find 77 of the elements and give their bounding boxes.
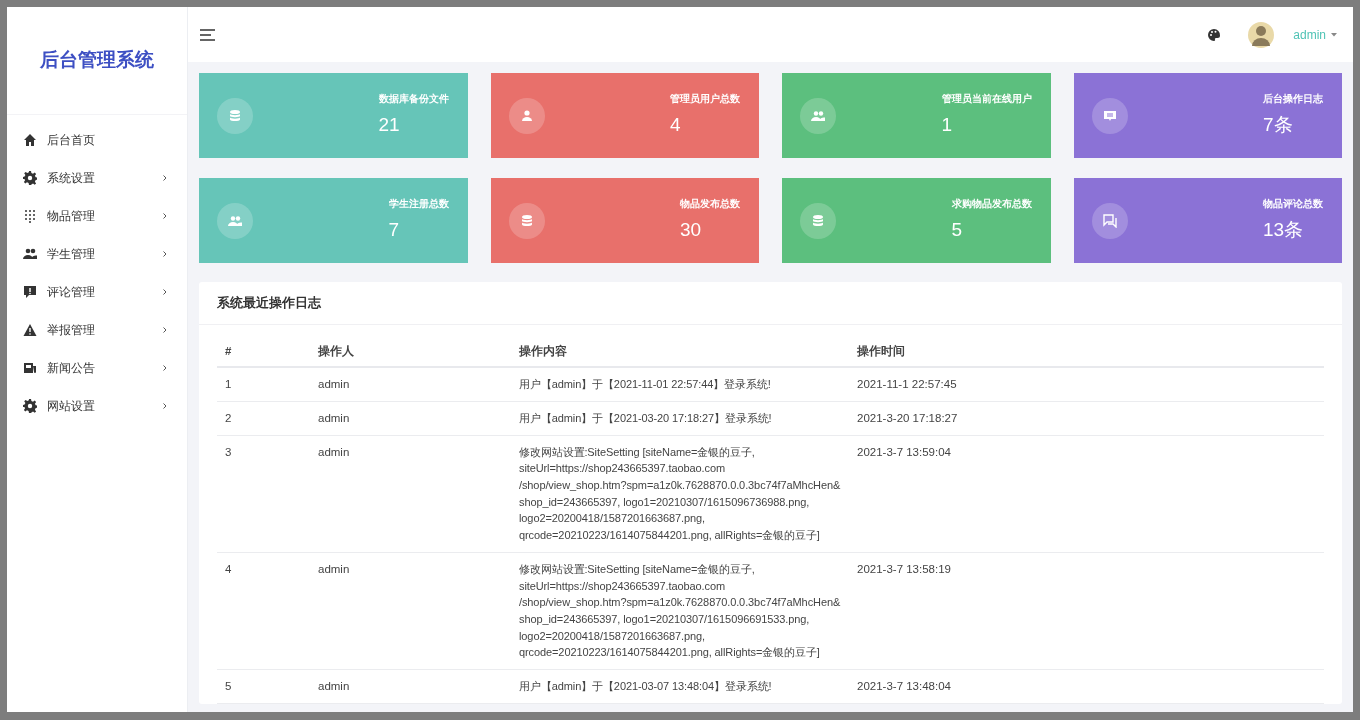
- user-icon: [508, 97, 545, 134]
- stat-value: 7条: [1263, 113, 1293, 138]
- chevron-icon: [163, 327, 167, 333]
- grid-icon: [23, 209, 37, 223]
- chevron-icon: [163, 403, 167, 409]
- database-icon: [800, 202, 836, 239]
- menu-icon[interactable]: [200, 28, 216, 41]
- stat-value: 13条: [1263, 218, 1304, 243]
- database-icon: [508, 202, 545, 239]
- users-icon: [800, 97, 836, 134]
- stat-label: 管理员当前在线用户: [941, 92, 1032, 107]
- table-cell: 2021-3-20 17:18:27: [849, 401, 1324, 436]
- stat-value: 4: [670, 113, 681, 138]
- chevron-icon: [163, 365, 167, 371]
- sidebar-item[interactable]: 学生管理: [7, 235, 187, 273]
- palette-icon[interactable]: [1207, 27, 1222, 42]
- message-icon: [1091, 97, 1128, 134]
- table-cell: admin: [310, 435, 511, 553]
- stat-value: 30: [680, 218, 702, 243]
- table-cell: admin: [310, 552, 511, 670]
- sidebar-item[interactable]: 网站设置: [7, 387, 187, 425]
- table-cell: 用户【admin】于【2021-03-20 17:18:27】登录系统!: [511, 401, 849, 436]
- caret-icon: [1331, 32, 1337, 37]
- stat-label: 学生注册总数: [388, 197, 449, 212]
- chat-icon: [1091, 202, 1128, 239]
- chevron-icon: [163, 175, 167, 181]
- stat-value: 5: [951, 218, 963, 243]
- table-cell: 2021-3-7 13:59:04: [849, 435, 1324, 553]
- table-cell: 4: [217, 552, 310, 670]
- app-title: 后台管理系统: [40, 48, 154, 73]
- column-header: 操作时间: [849, 337, 1324, 368]
- stat-label: 后台操作日志: [1263, 92, 1323, 107]
- sidebar-item[interactable]: 评论管理: [7, 273, 187, 311]
- table-cell: 5: [217, 669, 310, 704]
- stat-label: 数据库备份文件: [378, 92, 449, 107]
- table-cell: 2021-3-7 13:48:04: [849, 669, 1324, 704]
- column-header: 操作内容: [511, 337, 849, 368]
- table-cell: admin: [310, 367, 511, 402]
- table-cell: 2021-11-1 22:57:45: [849, 367, 1324, 402]
- table-cell: 3: [217, 435, 310, 553]
- sidebar-item[interactable]: 新闻公告: [7, 349, 187, 387]
- stat-label: 求购物品发布总数: [951, 197, 1032, 212]
- table-cell: 修改网站设置:SiteSetting [siteName=金银的豆子, siteUrl=https://shop243665397.taobao.com /shop/view_shop.htm?spm=a1z0k.7628870.0.0.3bc74f7aMhcHen& shop_id=243665397, logo1=20210307/1615096736988.png, logo2=20200418/1587201663687.png, qrcode=20210223/1614075844201.png, allRights=金银的豆子]: [511, 435, 849, 553]
- stat-value: 1: [941, 113, 953, 138]
- avatar[interactable]: [1247, 19, 1276, 50]
- table-cell: 用户【admin】于【2021-03-07 13:48:04】登录系统!: [511, 669, 849, 704]
- table-cell: 用户【admin】于【2021-11-01 22:57:44】登录系统!: [511, 367, 849, 402]
- table-cell: 2021-3-7 13:58:19: [849, 552, 1324, 670]
- table-cell: 1: [217, 367, 310, 402]
- table-cell: admin: [310, 401, 511, 436]
- stat-label: 物品评论总数: [1263, 197, 1323, 212]
- column-header: #: [217, 337, 310, 368]
- stat-label: 管理员用户总数: [670, 92, 740, 107]
- gear-icon: [23, 399, 37, 413]
- chevron-icon: [163, 213, 167, 219]
- panel-title: 系统最近操作日志: [217, 294, 321, 313]
- stat-label: 物品发布总数: [680, 197, 740, 212]
- gear-icon: [23, 171, 37, 185]
- stat-value: 7: [388, 218, 400, 243]
- table-cell: 修改网站设置:SiteSetting [siteName=金银的豆子, siteUrl=https://shop243665397.taobao.com /shop/view_shop.htm?spm=a1z0k.7628870.0.0.3bc74f7aMhcHen& shop_id=243665397, logo1=20210307/1615096691533.png, logo2=20200418/1587201663687.png, qrcode=20210223/1614075844201.png, allRights=金银的豆子]: [511, 552, 849, 670]
- sidebar-item[interactable]: 系统设置: [7, 159, 187, 197]
- chevron-icon: [163, 251, 167, 257]
- stat-value: 21: [378, 113, 400, 138]
- table-cell: 2: [217, 401, 310, 436]
- sidebar-item[interactable]: 物品管理: [7, 197, 187, 235]
- chevron-icon: [163, 289, 167, 295]
- sidebar-item[interactable]: 后台首页: [7, 121, 187, 159]
- home-icon: [23, 133, 37, 147]
- table-cell: admin: [310, 669, 511, 704]
- column-header: 操作人: [310, 337, 511, 368]
- comment-icon: [23, 285, 37, 299]
- users-icon: [217, 202, 253, 239]
- users-icon: [23, 247, 37, 261]
- newspaper-icon: [23, 361, 37, 375]
- sidebar-item[interactable]: 举报管理: [7, 311, 187, 349]
- database-icon: [217, 97, 253, 134]
- warning-icon: [23, 323, 37, 337]
